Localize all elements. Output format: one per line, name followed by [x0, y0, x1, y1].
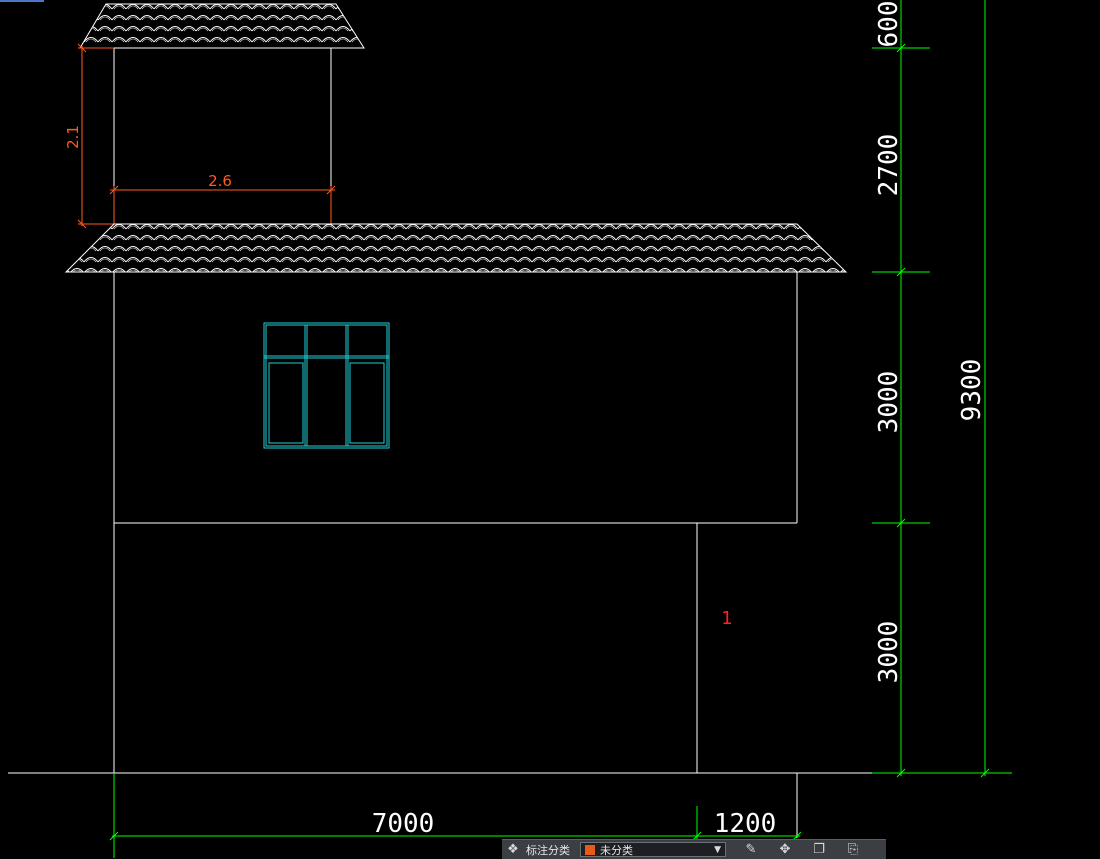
orange-annotations: [77, 43, 336, 229]
category-select[interactable]: 未分类 ▼: [580, 842, 726, 857]
main-roof: [64, 223, 848, 273]
classify-icon[interactable]: ❖: [502, 840, 524, 859]
category-value: 未分类: [600, 843, 633, 857]
dim-7000: 7000: [372, 809, 435, 839]
dim-3000-upper: 3000: [874, 371, 904, 434]
upper-width-dim: 2.6: [208, 172, 232, 190]
dim-1200: 1200: [714, 809, 777, 839]
drawing-canvas[interactable]: 2.1 2.6 1 600 2700 3000 3000 9300 7000 1…: [0, 0, 1100, 858]
room-label: 1: [721, 608, 732, 629]
annotation-toolbar: ❖ 标注分类 未分类 ▼ ✎ ✥ ❐ ⎘: [502, 839, 886, 859]
toolbar-tools: ✎ ✥ ❐ ⎘: [734, 840, 870, 859]
tower-walls: [113, 48, 332, 224]
upper-height-dim: 2.1: [64, 125, 82, 149]
dim-3000-lower: 3000: [874, 621, 904, 684]
copy-icon[interactable]: ❐: [802, 840, 836, 859]
paste-icon[interactable]: ⎘: [836, 840, 870, 859]
move-icon[interactable]: ✥: [768, 840, 802, 859]
edit-icon[interactable]: ✎: [734, 840, 768, 859]
dim-9300: 9300: [957, 359, 987, 422]
dim-600: 600: [874, 1, 904, 48]
window: [263, 322, 390, 449]
building-walls: [113, 272, 798, 838]
category-label: 标注分类: [526, 843, 570, 857]
upper-roof: [79, 3, 365, 49]
category-color-swatch: [585, 844, 595, 855]
dim-2700: 2700: [874, 134, 904, 197]
chevron-down-icon: ▼: [714, 844, 721, 855]
